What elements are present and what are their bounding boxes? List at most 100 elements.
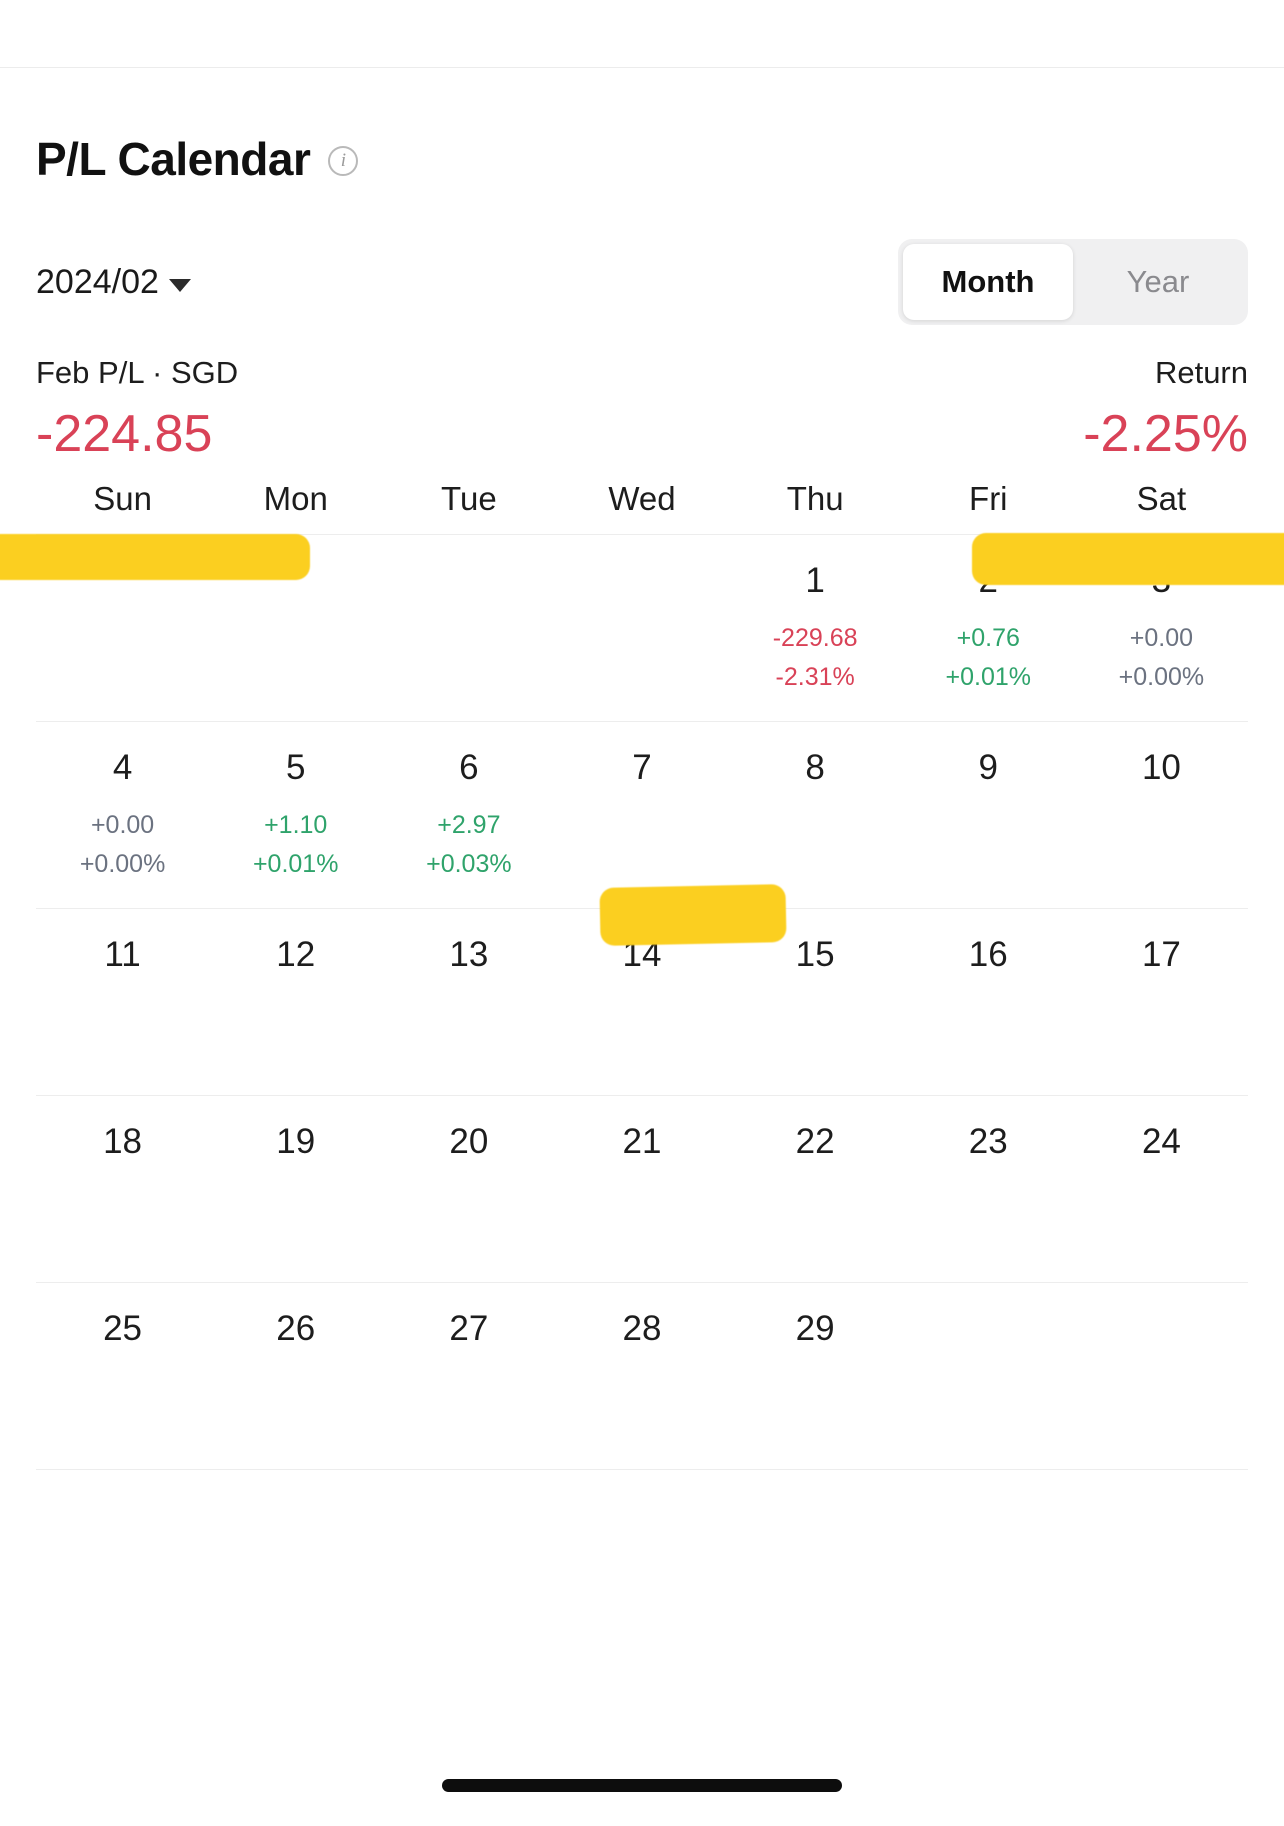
calendar-day-21[interactable]: 21 [555,1096,728,1282]
day-number: 6 [459,748,479,788]
home-indicator [442,1779,842,1792]
calendar-day-24[interactable]: 24 [1075,1096,1248,1282]
calendar-day-25[interactable]: 25 [36,1283,209,1469]
page-content: P/L Calendar i 2024/02 Month Year Feb P/… [0,136,1284,1471]
calendar-day-2[interactable]: 2 +0.76 +0.01% [902,535,1075,721]
calendar-day-8[interactable]: 8 [729,722,902,908]
month-year-toggle[interactable]: Month Year [898,239,1248,325]
page-title: P/L Calendar [36,133,311,185]
calendar-day-empty [36,535,209,721]
calendar-day-17[interactable]: 17 [1075,909,1248,1095]
calendar-day-empty [209,535,382,721]
day-pl-amount: -229.68 [772,624,858,653]
day-pl-percent: +0.00% [1118,663,1205,692]
day-number: 21 [622,1122,662,1162]
calendar-day-26[interactable]: 26 [209,1283,382,1469]
day-number: 18 [103,1122,143,1162]
calendar-day-19[interactable]: 19 [209,1096,382,1282]
weekday-header: Sun Mon Tue Wed Thu Fri Sat [36,480,1248,534]
calendar-day-12[interactable]: 12 [209,909,382,1095]
calendar-week-row: 1 -229.68 -2.31% 2 +0.76 +0.01% 3 +0.00 +0.00% [36,534,1248,721]
calendar-day-27[interactable]: 27 [382,1283,555,1469]
day-number: 13 [449,935,489,975]
weekday-fri: Fri [969,480,1008,518]
day-number: 23 [968,1122,1008,1162]
day-pl-amount: +0.00 [1129,624,1194,653]
calendar-day-16[interactable]: 16 [902,909,1075,1095]
calendar-week-row: 4 +0.00 +0.00% 5 +1.10 +0.01% 6 +2.97 +0.03% 7 8 9 1… [36,721,1248,908]
day-number: 17 [1141,935,1181,975]
calendar-day-13[interactable]: 13 [382,909,555,1095]
calendar-day-5[interactable]: 5 +1.10 +0.01% [209,722,382,908]
day-number: 20 [449,1122,489,1162]
pl-summary: Feb P/L · SGD -224.85 [36,355,239,460]
weekday-tue: Tue [441,480,497,518]
calendar-day-15[interactable]: 15 [729,909,902,1095]
calendar-day-1[interactable]: 1 -229.68 -2.31% [729,535,902,721]
calendar-day-28[interactable]: 28 [555,1283,728,1469]
tab-month[interactable]: Month [903,244,1073,320]
day-number: 8 [805,748,825,788]
period-label: 2024/02 [36,262,159,301]
info-icon[interactable]: i [328,146,359,176]
day-pl-percent: -2.31% [775,663,855,692]
weekday-mon: Mon [263,480,328,518]
calendar-day-empty [1075,1283,1248,1469]
tab-year[interactable]: Year [1073,244,1243,320]
day-pl-percent: +0.01% [252,850,339,879]
calendar-day-7[interactable]: 7 [555,722,728,908]
day-number: 2 [978,561,998,601]
calendar-day-22[interactable]: 22 [729,1096,902,1282]
calendar-day-3[interactable]: 3 +0.00 +0.00% [1075,535,1248,721]
pl-calendar: Sun Mon Tue Wed Thu Fri Sat 1 -229.68 -2.3… [36,480,1248,1471]
day-number: 16 [968,935,1008,975]
day-pl-percent: +0.01% [945,663,1032,692]
calendar-day-11[interactable]: 11 [36,909,209,1095]
return-label: Return [1154,355,1248,390]
summary-row: Feb P/L · SGD -224.85 Return -2.25% [36,355,1248,464]
day-number: 3 [1151,561,1172,601]
day-number: 11 [104,935,141,975]
day-pl-amount: +0.76 [956,624,1020,653]
day-number: 27 [449,1309,489,1349]
day-number: 22 [795,1122,835,1162]
day-number: 5 [285,748,306,788]
day-number: 25 [103,1309,143,1349]
chevron-down-icon [168,278,191,292]
calendar-weeks: 1 -229.68 -2.31% 2 +0.76 +0.01% 3 +0.00 +0.00% 4 +… [36,534,1248,1471]
pl-label: Feb P/L · SGD [36,355,239,390]
title-row: P/L Calendar i [36,136,1248,182]
calendar-day-10[interactable]: 10 [1075,722,1248,908]
calendar-day-14[interactable]: 14 [555,909,728,1095]
calendar-day-4[interactable]: 4 +0.00 +0.00% [36,722,209,908]
day-number: 9 [978,748,998,788]
calendar-day-18[interactable]: 18 [36,1096,209,1282]
period-selector[interactable]: 2024/02 [36,263,191,302]
calendar-day-20[interactable]: 20 [382,1096,555,1282]
day-number: 4 [112,748,133,788]
day-pl-percent: +0.00% [79,850,166,879]
weekday-thu: Thu [786,480,844,518]
calendar-day-empty [555,535,728,721]
day-number: 1 [805,561,825,601]
status-bar [0,0,1284,68]
calendar-week-row: 18 19 20 21 22 23 24 [36,1095,1248,1282]
return-value: -2.25% [1083,405,1248,464]
day-number: 26 [276,1309,316,1349]
day-pl-percent: +0.03% [426,850,512,879]
day-pl-amount: +2.97 [437,811,501,840]
day-pl-amount: +1.10 [264,811,328,840]
calendar-day-29[interactable]: 29 [729,1283,902,1469]
return-summary: Return -2.25% [1083,355,1248,464]
day-number: 10 [1141,748,1181,788]
period-row: 2024/02 Month Year [36,234,1248,330]
day-number: 28 [622,1309,662,1349]
calendar-day-6[interactable]: 6 +2.97 +0.03% [382,722,555,908]
calendar-week-row: 11 12 13 14 15 16 17 [36,908,1248,1095]
calendar-week-row: 25 26 27 28 29 [36,1282,1248,1471]
calendar-day-9[interactable]: 9 [902,722,1075,908]
weekday-wed: Wed [608,480,676,518]
day-pl-amount: +0.00 [90,811,155,840]
calendar-day-empty [382,535,555,721]
calendar-day-23[interactable]: 23 [902,1096,1075,1282]
